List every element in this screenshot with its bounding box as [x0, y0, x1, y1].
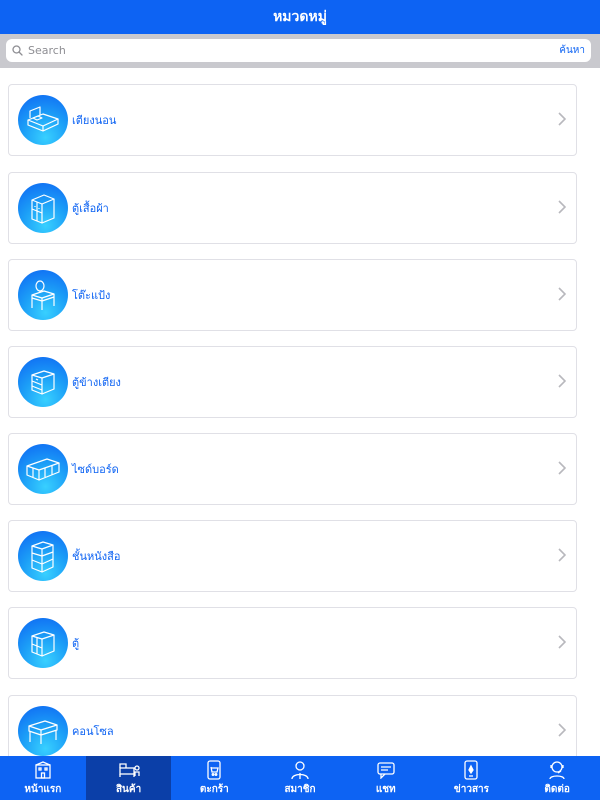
chevron-right-icon: [558, 722, 567, 741]
nightstand-icon: [18, 357, 68, 407]
wardrobe-icon: [18, 183, 68, 233]
category-item-bed[interactable]: เตียงนอน: [8, 84, 577, 156]
category-label: เตียงนอน: [72, 114, 117, 127]
category-item-console[interactable]: คอนโซล: [8, 695, 577, 756]
category-item-bookshelf[interactable]: ชั้นหนังสือ: [8, 520, 577, 592]
tab-label: ตะกร้า: [199, 783, 229, 795]
category-item-nightstand[interactable]: ตู้ข้างเตียง: [8, 346, 577, 418]
tab-member[interactable]: สมาชิก: [257, 756, 343, 800]
tab-label: สมาชิก: [284, 783, 316, 795]
category-item-dressing-table[interactable]: โต๊ะแป้ง: [8, 259, 577, 331]
category-label: โต๊ะแป้ง: [72, 289, 111, 302]
search-field: ค้นหา: [6, 39, 591, 62]
chevron-right-icon: [558, 111, 567, 130]
category-label: คอนโซล: [72, 725, 114, 738]
chat-icon: [376, 760, 396, 780]
home-icon: [33, 760, 53, 780]
chevron-right-icon: [558, 634, 567, 653]
category-label: ตู้ข้างเตียง: [72, 376, 121, 389]
tab-chat[interactable]: แชท: [343, 756, 429, 800]
category-label: ชั้นหนังสือ: [72, 550, 121, 563]
search-icon: [12, 41, 23, 60]
tab-label: หน้าแรก: [24, 783, 62, 795]
chevron-right-icon: [558, 199, 567, 218]
navigation-bar: หมวดหมู่: [0, 0, 600, 34]
page-title: หมวดหมู่: [273, 9, 327, 25]
bookshelf-icon: [18, 531, 68, 581]
category-item-sideboard[interactable]: ไซด์บอร์ด: [8, 433, 577, 505]
tab-label: ติดต่อ: [544, 783, 570, 795]
category-label: ไซด์บอร์ด: [72, 463, 119, 476]
chevron-right-icon: [558, 547, 567, 566]
tab-label: สินค้า: [115, 783, 142, 795]
category-list[interactable]: เตียงนอน ตู้เสื้อผ้า โต๊ะแป้ง ตู้ข้างเตี…: [0, 68, 600, 756]
dressing-table-icon: [18, 270, 68, 320]
category-label: ตู้: [72, 637, 80, 650]
app-screen: หมวดหมู่ ค้นหา เตียงนอน ตู้เสื้อผ้า: [0, 0, 600, 800]
products-icon: [118, 760, 140, 780]
search-bar: ค้นหา: [0, 34, 600, 68]
tab-home[interactable]: หน้าแรก: [0, 756, 86, 800]
category-item-cabinet[interactable]: ตู้: [8, 607, 577, 679]
tab-products[interactable]: สินค้า: [85, 756, 172, 800]
category-label: ตู้เสื้อผ้า: [72, 202, 109, 215]
tab-label: แชท: [375, 783, 396, 795]
news-icon: [464, 759, 479, 780]
tab-label: ข่าวสาร: [453, 783, 490, 795]
search-button[interactable]: ค้นหา: [559, 43, 585, 58]
chevron-right-icon: [558, 373, 567, 392]
member-icon: [290, 760, 310, 780]
sideboard-icon: [18, 444, 68, 494]
tab-contact[interactable]: ติดต่อ: [514, 756, 600, 800]
tab-news[interactable]: ข่าวสาร: [429, 756, 515, 800]
chevron-right-icon: [558, 286, 567, 305]
contact-icon: [547, 760, 567, 780]
cart-icon: [206, 759, 222, 780]
category-item-wardrobe[interactable]: ตู้เสื้อผ้า: [8, 172, 577, 244]
chevron-right-icon: [558, 460, 567, 479]
bed-icon: [18, 95, 68, 145]
search-input[interactable]: [28, 44, 554, 57]
tab-cart[interactable]: ตะกร้า: [171, 756, 257, 800]
tab-bar: หน้าแรก สินค้า ตะกร้า สมาชิก แชท ข่าวสาร…: [0, 756, 600, 800]
cabinet-icon: [18, 618, 68, 668]
console-table-icon: [18, 706, 68, 756]
